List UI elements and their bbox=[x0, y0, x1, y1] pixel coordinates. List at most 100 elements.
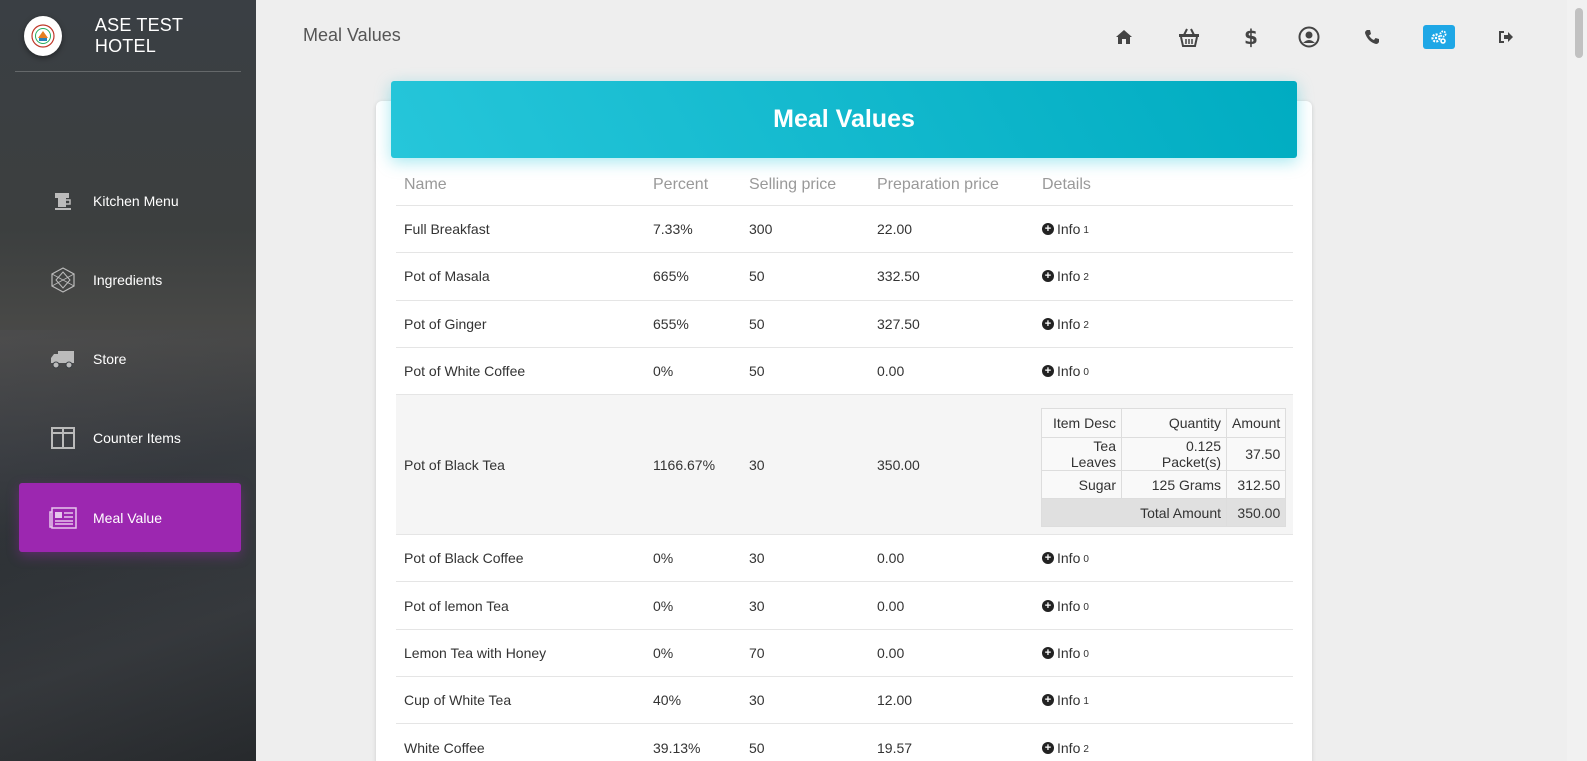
item-desc: Tea Leaves bbox=[1041, 437, 1122, 472]
brand: ASE TEST HOTEL bbox=[15, 0, 241, 72]
plus-circle-icon: + bbox=[1042, 694, 1054, 707]
sidebar-item-store[interactable]: Store bbox=[19, 324, 241, 393]
info-count: 2 bbox=[1083, 319, 1089, 331]
meal-prep-price: 12.00 bbox=[877, 692, 913, 709]
meal-selling-price: 30 bbox=[749, 692, 765, 709]
meal-selling-price: 70 bbox=[749, 644, 765, 661]
info-count: 1 bbox=[1083, 225, 1089, 237]
table-row: Lemon Tea with Honey 0% 70 0.00 + Info 0 bbox=[396, 630, 1293, 678]
hotel-logo[interactable] bbox=[24, 15, 62, 56]
details-row: Tea Leaves 0.125 Packet(s) 37.50 bbox=[1041, 437, 1287, 472]
info-label: Info bbox=[1057, 739, 1081, 756]
phone-icon[interactable] bbox=[1359, 24, 1385, 50]
meal-name: White Coffee bbox=[404, 739, 485, 756]
sidebar: ASE TEST HOTEL Kitchen Menu Ingredients … bbox=[0, 0, 256, 761]
info-button[interactable]: + Info 0 bbox=[1042, 550, 1089, 566]
sidebar-item-label: Store bbox=[93, 350, 127, 367]
table-row-expanded[interactable]: Pot of Black Tea 1166.67% 30 350.00 Item… bbox=[396, 395, 1293, 536]
info-count: 0 bbox=[1083, 601, 1089, 613]
info-button[interactable]: + Info 0 bbox=[1042, 598, 1089, 614]
meal-selling-price: 300 bbox=[749, 221, 773, 238]
total-amount: 350.00 bbox=[1225, 498, 1287, 528]
sidebar-item-kitchen-menu[interactable]: Kitchen Menu bbox=[19, 166, 241, 235]
info-button[interactable]: + Info 1 bbox=[1042, 692, 1089, 708]
meal-prep-price: 0.00 bbox=[877, 363, 905, 380]
info-button[interactable]: + Info 1 bbox=[1042, 221, 1089, 237]
meal-name: Pot of Masala bbox=[404, 268, 490, 285]
plus-circle-icon: + bbox=[1042, 741, 1054, 754]
sidebar-item-label: Meal Value bbox=[93, 509, 163, 526]
truck-icon bbox=[49, 345, 77, 373]
table-row: Full Breakfast 7.33% 300 22.00 + Info 1 bbox=[396, 206, 1293, 254]
info-label: Info bbox=[1057, 221, 1081, 238]
top-navbar: Meal Values $ bbox=[256, 0, 1587, 72]
meal-prep-price: 332.50 bbox=[877, 268, 920, 285]
basket-icon[interactable] bbox=[1176, 24, 1202, 50]
meal-prep-price: 327.50 bbox=[877, 315, 920, 332]
table-row: Pot of White Coffee 0% 50 0.00 + Info 0 bbox=[396, 348, 1293, 396]
meal-values-table: Name Percent Selling price Preparation p… bbox=[396, 164, 1293, 761]
meal-selling-price: 50 bbox=[749, 315, 765, 332]
logout-icon[interactable] bbox=[1493, 24, 1519, 50]
meal-percent: 39.13% bbox=[653, 739, 701, 756]
page-scrollbar[interactable] bbox=[1567, 0, 1587, 761]
info-count: 2 bbox=[1083, 272, 1089, 284]
coffee-maker-icon bbox=[49, 187, 77, 215]
meal-name: Cup of White Tea bbox=[404, 692, 512, 709]
sidebar-item-counter-items[interactable]: Counter Items bbox=[19, 403, 241, 472]
plus-circle-icon: + bbox=[1042, 317, 1054, 330]
meal-percent: 0% bbox=[653, 363, 674, 380]
scrollbar-thumb[interactable] bbox=[1575, 8, 1583, 58]
info-count: 2 bbox=[1083, 743, 1089, 755]
meal-percent: 7.33% bbox=[653, 221, 693, 238]
info-button[interactable]: + Info 2 bbox=[1042, 316, 1089, 332]
meal-selling-price: 30 bbox=[749, 550, 765, 567]
dollar-icon[interactable]: $ bbox=[1237, 24, 1263, 50]
meal-prep-price: 0.00 bbox=[877, 644, 905, 661]
table-header: Name Percent Selling price Preparation p… bbox=[396, 164, 1293, 206]
sidebar-item-label: Kitchen Menu bbox=[93, 192, 179, 209]
meal-percent: 40% bbox=[653, 692, 682, 709]
plus-circle-icon: + bbox=[1042, 552, 1054, 565]
details-row: Sugar 125 Grams 312.50 bbox=[1041, 470, 1287, 500]
user-circle-icon[interactable] bbox=[1296, 24, 1322, 50]
sidebar-item-meal-value[interactable]: Meal Value bbox=[19, 483, 241, 552]
table-row: Pot of lemon Tea 0% 30 0.00 + Info 0 bbox=[396, 582, 1293, 630]
sidebar-item-ingredients[interactable]: Ingredients bbox=[19, 245, 241, 314]
meal-name: Pot of White Coffee bbox=[404, 363, 526, 380]
info-label: Info bbox=[1057, 597, 1081, 614]
column-header-percent: Percent bbox=[653, 175, 709, 193]
meal-percent: 655% bbox=[653, 315, 689, 332]
plus-circle-icon: + bbox=[1042, 365, 1054, 378]
home-icon[interactable] bbox=[1111, 24, 1137, 50]
info-count: 0 bbox=[1083, 554, 1089, 566]
info-count: 1 bbox=[1083, 696, 1089, 708]
table-row: Pot of Masala 665% 50 332.50 + Info 2 bbox=[396, 253, 1293, 301]
meal-name: Pot of Black Tea bbox=[404, 456, 505, 473]
card-header: Meal Values bbox=[391, 81, 1297, 158]
meal-prep-price: 22.00 bbox=[877, 221, 913, 238]
settings-icon[interactable] bbox=[1423, 25, 1455, 49]
meal-prep-price: 350.00 bbox=[877, 456, 920, 473]
meal-percent: 0% bbox=[653, 597, 674, 614]
column-header-details: Details bbox=[1042, 175, 1091, 193]
details-total-row: Total Amount 350.00 bbox=[1041, 498, 1287, 528]
info-button[interactable]: + Info 2 bbox=[1042, 268, 1089, 284]
column-header-name: Name bbox=[404, 175, 447, 193]
info-button[interactable]: + Info 0 bbox=[1042, 645, 1089, 661]
item-quantity: 0.125 Packet(s) bbox=[1121, 437, 1227, 472]
meal-percent: 0% bbox=[653, 550, 674, 567]
meal-percent: 665% bbox=[653, 268, 689, 285]
meal-name: Pot of lemon Tea bbox=[404, 597, 509, 614]
details-header-amount: Amount bbox=[1225, 408, 1287, 439]
info-button[interactable]: + Info 0 bbox=[1042, 363, 1089, 379]
info-label: Info bbox=[1057, 268, 1081, 285]
meal-prep-price: 0.00 bbox=[877, 597, 905, 614]
info-label: Info bbox=[1057, 315, 1081, 332]
info-button[interactable]: + Info 2 bbox=[1042, 740, 1089, 756]
meal-prep-price: 19.57 bbox=[877, 739, 913, 756]
meal-selling-price: 50 bbox=[749, 739, 765, 756]
item-amount: 37.50 bbox=[1225, 437, 1287, 472]
meal-selling-price: 30 bbox=[749, 456, 765, 473]
sidebar-item-label: Ingredients bbox=[93, 271, 163, 288]
